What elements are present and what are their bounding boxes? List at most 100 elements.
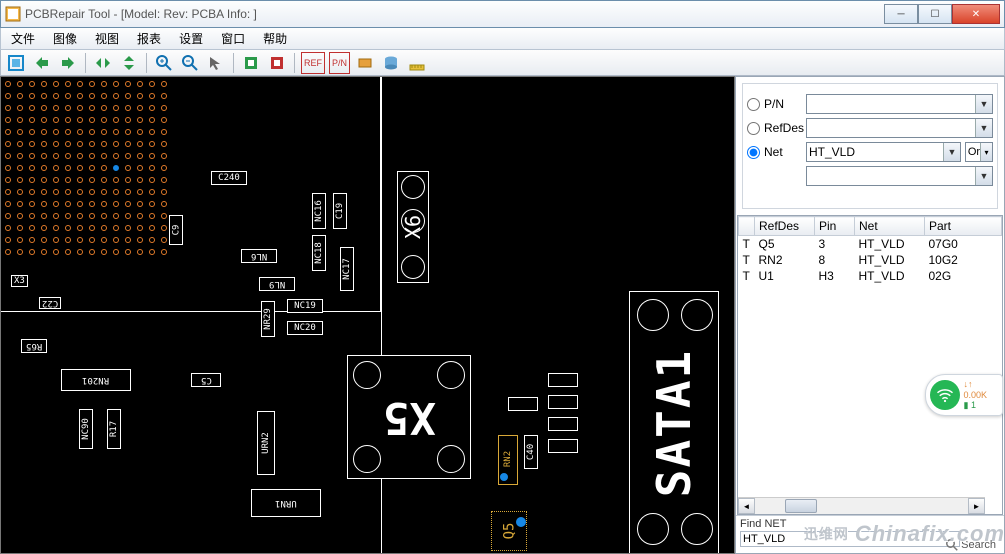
comp-r65[interactable]: R65 [21,339,47,353]
highlighted-pad [500,473,508,481]
zoom-in-icon[interactable] [153,52,175,74]
comp-c40[interactable]: C40 [524,435,538,469]
radio-net[interactable]: Net [747,145,802,159]
zoom-out-icon[interactable] [179,52,201,74]
board-line [381,77,382,554]
side-panel: P/N ▼ RefDes ▼ Net HT_VLD▼ Or▾ ▼ RefDe [735,76,1005,554]
layer-bottom-icon[interactable] [266,52,288,74]
close-button[interactable]: ✕ [952,4,1000,24]
comp-c5[interactable]: C5 [191,373,221,387]
ref-badge-icon[interactable]: REF [301,52,325,74]
chevron-down-icon[interactable]: ▼ [943,143,960,161]
menu-window[interactable]: 窗口 [213,28,253,49]
cell-t: T [739,252,755,268]
package-icon[interactable] [354,52,376,74]
chevron-down-icon[interactable]: ▼ [975,119,992,137]
scroll-right-icon[interactable]: ► [968,498,985,514]
comp-c72[interactable] [548,439,578,453]
cell-refdes: U1 [755,268,815,284]
separator [233,53,234,73]
minimize-button[interactable]: ─ [884,4,918,24]
comp-x3[interactable]: X3 [11,275,28,287]
col-refdes[interactable]: RefDes [755,217,815,236]
find-label: Find NET [740,518,1000,530]
chevron-down-icon[interactable]: ▾ [980,143,992,161]
comp-nl9[interactable]: NL9 [259,277,295,291]
results-grid[interactable]: RefDes Pin Net Part TQ53HT_VLD07G0TRN28H… [737,215,1003,515]
pn-combo[interactable]: ▼ [806,94,993,114]
scroll-left-icon[interactable]: ◄ [738,498,755,514]
comp-rn201[interactable]: RN201 [61,369,131,391]
comp-urn2[interactable]: URN2 [257,411,275,475]
network-overlay[interactable]: ↓↑ 0.00K ▮ 1 [925,374,1003,416]
cell-pin: 3 [815,236,855,253]
pn-badge-icon[interactable]: P/N [329,52,350,74]
cell-net: HT_VLD [855,252,925,268]
comp-c68[interactable] [548,373,578,387]
net-down: 0.00K [964,390,988,400]
menu-image[interactable]: 图像 [45,28,85,49]
scroll-thumb[interactable] [785,499,817,513]
comp-nl6[interactable]: NL6 [241,249,277,263]
col-pin[interactable]: Pin [815,217,855,236]
radio-refdes-input[interactable] [747,122,760,135]
layer-top-icon[interactable] [240,52,262,74]
comp-nc90[interactable]: NC90 [79,409,93,449]
fit-window-icon[interactable] [5,52,27,74]
comp-c59[interactable] [548,395,578,409]
menu-report[interactable]: 报表 [129,28,169,49]
radio-net-input[interactable] [747,146,760,159]
comp-c19[interactable]: C19 [333,193,347,229]
comp-c41[interactable] [508,397,538,411]
radio-refdes[interactable]: RefDes [747,121,802,135]
refdes-combo[interactable]: ▼ [806,118,993,138]
menu-help[interactable]: 帮助 [255,28,295,49]
or-combo[interactable]: Or▾ [965,142,993,162]
comp-c22[interactable]: C22 [39,297,61,309]
find-value-box[interactable]: HT_VLD [740,531,960,547]
pcb-canvas[interactable]: C240 NC16 C19 NC17 NC18 NL6 NL9 NR29 NC1… [0,76,735,554]
database-icon[interactable] [380,52,402,74]
col-net[interactable]: Net [855,217,925,236]
comp-c240[interactable]: C240 [211,171,247,185]
chevron-down-icon[interactable]: ▼ [975,167,992,185]
comp-urn1[interactable]: URN1 [251,489,321,517]
search-link[interactable]: Search [946,539,996,551]
comp-nc19[interactable]: NC19 [287,299,323,313]
comp-nc17[interactable]: NC17 [340,247,354,291]
menu-bar: 文件 图像 视图 报表 设置 窗口 帮助 [0,28,1005,50]
rotate-left-icon[interactable] [31,52,53,74]
radio-pn-input[interactable] [747,98,760,111]
net2-combo[interactable]: ▼ [806,166,993,186]
maximize-button[interactable]: ☐ [918,4,952,24]
comp-c9[interactable]: C9 [169,215,183,245]
comp-r17[interactable]: R17 [107,409,121,449]
measure-icon[interactable] [406,52,428,74]
h-scrollbar[interactable]: ◄ ► [738,497,985,514]
rotate-right-icon[interactable] [57,52,79,74]
pad [437,445,465,473]
flip-v-icon[interactable] [118,52,140,74]
cell-net: HT_VLD [855,268,925,284]
flip-h-icon[interactable] [92,52,114,74]
table-row[interactable]: TQ53HT_VLD07G0 [739,236,1002,253]
net-combo[interactable]: HT_VLD▼ [806,142,961,162]
col-t[interactable] [739,217,755,236]
select-icon[interactable] [205,52,227,74]
pad [437,361,465,389]
comp-nc16[interactable]: NC16 [312,193,326,229]
menu-settings[interactable]: 设置 [171,28,211,49]
comp-nc20[interactable]: NC20 [287,321,323,335]
comp-nr29[interactable]: NR29 [261,301,275,337]
menu-view[interactable]: 视图 [87,28,127,49]
or-label: Or [968,146,980,158]
table-row[interactable]: TRN28HT_VLD10G2 [739,252,1002,268]
comp-c71[interactable] [548,417,578,431]
radio-pn[interactable]: P/N [747,97,802,111]
col-part[interactable]: Part [925,217,1002,236]
comp-nc18[interactable]: NC18 [312,235,326,271]
chevron-down-icon[interactable]: ▼ [975,95,992,113]
pad [401,209,425,233]
table-row[interactable]: TU1H3HT_VLD02G [739,268,1002,284]
menu-file[interactable]: 文件 [3,28,43,49]
